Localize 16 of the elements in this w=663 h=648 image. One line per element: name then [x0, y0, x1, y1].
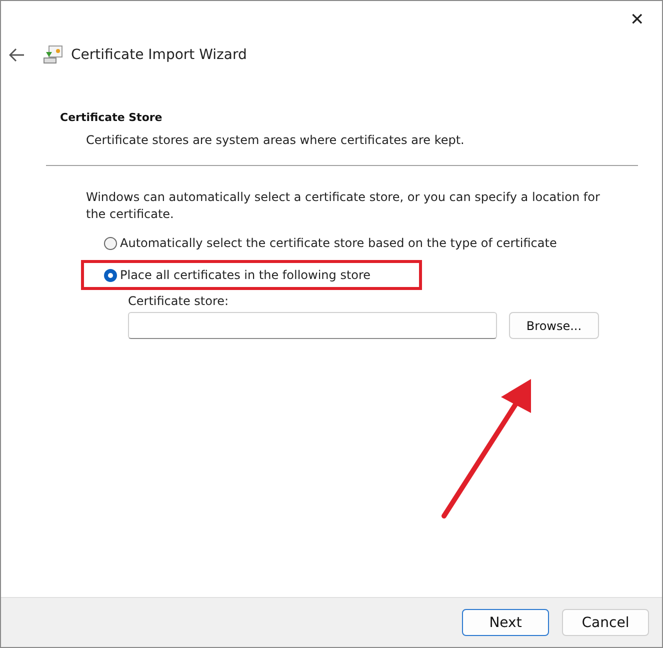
certificate-icon — [43, 45, 63, 65]
dialog-button[interactable]: Cancel — [562, 609, 649, 636]
browse-button[interactable]: Browse... — [509, 312, 599, 339]
section-subtitle: Certificate stores are system areas where certificates are kept. — [86, 133, 466, 147]
back-arrow-icon[interactable] — [9, 48, 25, 62]
window-title: Certificate Import Wizard — [71, 47, 247, 63]
intro-text: Windows can automatically select a certificate store, or you can specify a location for the certificate. — [86, 189, 601, 223]
radio-option[interactable]: Place all certificates in the following store — [84, 263, 419, 287]
section-title: Certificate Store — [60, 111, 164, 124]
radio-button[interactable] — [104, 236, 117, 250]
store-field[interactable] — [128, 312, 497, 339]
radio-button[interactable] — [104, 268, 117, 282]
close-button[interactable]: ✕ — [624, 8, 650, 30]
radio-option[interactable]: Automatically select the certificate store based on the type of certificate — [84, 231, 577, 255]
dialog-button[interactable]: Next — [462, 609, 549, 636]
store-label: Certificate store: — [128, 294, 230, 308]
